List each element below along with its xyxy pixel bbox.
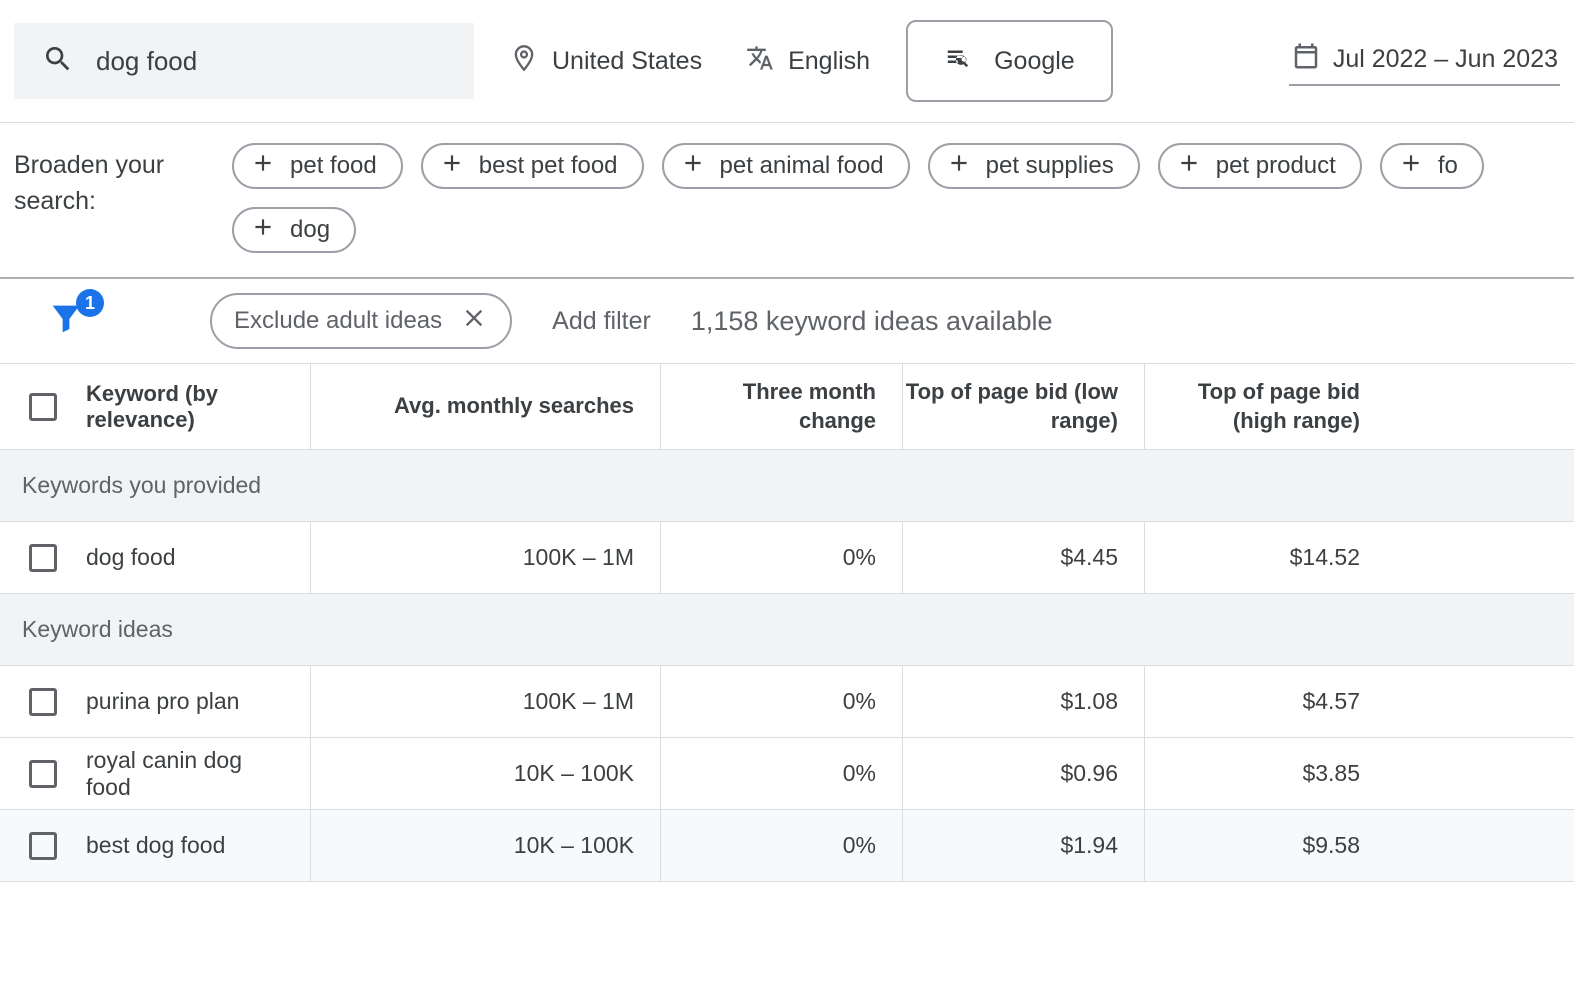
cell-avg: 10K – 100K bbox=[310, 810, 660, 881]
plus-icon bbox=[946, 150, 972, 183]
broaden-pill[interactable]: pet supplies bbox=[928, 143, 1140, 189]
date-range-selector[interactable]: Jul 2022 – Jun 2023 bbox=[1289, 37, 1560, 86]
cell-avg: 100K – 1M bbox=[310, 666, 660, 737]
plus-icon bbox=[1176, 150, 1202, 183]
keyword-table: Keyword (by relevance) Avg. monthly sear… bbox=[0, 363, 1574, 882]
table-row[interactable]: purina pro plan100K – 1M0%$1.08$4.57 bbox=[0, 666, 1574, 738]
top-bar: United States English Google Jul 2022 – … bbox=[0, 0, 1574, 122]
filter-button[interactable]: 1 bbox=[46, 299, 90, 343]
filter-count-badge: 1 bbox=[76, 289, 104, 317]
calendar-icon bbox=[1291, 41, 1321, 78]
cell-three-month: 0% bbox=[660, 738, 902, 809]
table-row[interactable]: dog food100K – 1M0%$4.45$14.52 bbox=[0, 522, 1574, 594]
cell-three-month: 0% bbox=[660, 522, 902, 593]
cell-bid-low: $4.45 bbox=[902, 522, 1144, 593]
add-filter-button[interactable]: Add filter bbox=[552, 307, 651, 336]
plus-icon bbox=[250, 150, 276, 183]
location-selector[interactable]: United States bbox=[502, 44, 710, 79]
search-data-icon bbox=[944, 43, 974, 80]
location-icon bbox=[510, 44, 538, 79]
language-label: English bbox=[788, 47, 870, 76]
broaden-pill-label: pet food bbox=[290, 152, 377, 180]
cell-bid-low: $0.96 bbox=[902, 738, 1144, 809]
cell-bid-high: $4.57 bbox=[1144, 666, 1386, 737]
broaden-pill[interactable]: best pet food bbox=[421, 143, 644, 189]
cell-avg: 100K – 1M bbox=[310, 522, 660, 593]
broaden-pill-label: pet product bbox=[1216, 152, 1336, 180]
col-bid-low[interactable]: Top of page bid (low range) bbox=[902, 364, 1144, 449]
filter-bar: 1 Exclude adult ideas Add filter 1,158 k… bbox=[0, 277, 1574, 363]
cell-keyword: best dog food bbox=[86, 832, 310, 859]
broaden-pill-label: pet supplies bbox=[986, 152, 1114, 180]
plus-icon bbox=[1398, 150, 1424, 183]
broaden-pill-label: fo bbox=[1438, 152, 1458, 180]
cell-bid-high: $3.85 bbox=[1144, 738, 1386, 809]
cell-bid-high: $9.58 bbox=[1144, 810, 1386, 881]
plus-icon bbox=[680, 150, 706, 183]
search-box[interactable] bbox=[14, 23, 474, 99]
col-keyword[interactable]: Keyword (by relevance) bbox=[86, 381, 310, 433]
row-checkbox[interactable] bbox=[29, 544, 57, 572]
table-row[interactable]: royal canin dog food10K – 100K0%$0.96$3.… bbox=[0, 738, 1574, 810]
close-icon[interactable] bbox=[460, 304, 488, 339]
cell-keyword: dog food bbox=[86, 544, 310, 571]
search-input[interactable] bbox=[96, 46, 446, 77]
ideas-count: 1,158 keyword ideas available bbox=[691, 306, 1053, 337]
col-three-month[interactable]: Three month change bbox=[660, 364, 902, 449]
row-checkbox[interactable] bbox=[29, 760, 57, 788]
section-keywords-provided: Keywords you provided bbox=[0, 450, 1574, 522]
search-icon bbox=[42, 43, 74, 80]
cell-avg: 10K – 100K bbox=[310, 738, 660, 809]
broaden-pill-label: dog bbox=[290, 216, 330, 244]
broaden-pill[interactable]: pet product bbox=[1158, 143, 1362, 189]
broaden-pill[interactable]: fo bbox=[1380, 143, 1484, 189]
applied-filter-label: Exclude adult ideas bbox=[234, 307, 442, 335]
table-row[interactable]: best dog food10K – 100K0%$1.94$9.58 bbox=[0, 810, 1574, 882]
broaden-label: Broaden your search: bbox=[14, 143, 204, 253]
cell-three-month: 0% bbox=[660, 810, 902, 881]
broaden-pill[interactable]: dog bbox=[232, 207, 356, 253]
table-header-row: Keyword (by relevance) Avg. monthly sear… bbox=[0, 364, 1574, 450]
broaden-pill-label: best pet food bbox=[479, 152, 618, 180]
section-keyword-ideas: Keyword ideas bbox=[0, 594, 1574, 666]
broaden-pill-label: pet animal food bbox=[720, 152, 884, 180]
cell-bid-low: $1.94 bbox=[902, 810, 1144, 881]
language-selector[interactable]: English bbox=[738, 44, 878, 79]
col-bid-high[interactable]: Top of page bid (high range) bbox=[1144, 364, 1386, 449]
broaden-section: Broaden your search: pet food best pet fo… bbox=[0, 122, 1574, 277]
cell-bid-high: $14.52 bbox=[1144, 522, 1386, 593]
select-all-checkbox[interactable] bbox=[29, 393, 57, 421]
broaden-pills: pet food best pet food pet animal food pet … bbox=[232, 143, 1560, 253]
cell-bid-low: $1.08 bbox=[902, 666, 1144, 737]
plus-icon bbox=[250, 214, 276, 247]
location-label: United States bbox=[552, 47, 702, 76]
row-checkbox[interactable] bbox=[29, 832, 57, 860]
row-checkbox[interactable] bbox=[29, 688, 57, 716]
network-selector[interactable]: Google bbox=[906, 20, 1113, 102]
broaden-pill[interactable]: pet food bbox=[232, 143, 403, 189]
plus-icon bbox=[439, 150, 465, 183]
network-label: Google bbox=[994, 47, 1075, 76]
col-avg-searches[interactable]: Avg. monthly searches bbox=[310, 364, 660, 449]
date-range-label: Jul 2022 – Jun 2023 bbox=[1333, 45, 1558, 74]
cell-keyword: purina pro plan bbox=[86, 688, 310, 715]
broaden-pill[interactable]: pet animal food bbox=[662, 143, 910, 189]
translate-icon bbox=[746, 44, 774, 79]
funnel-icon bbox=[46, 326, 86, 343]
cell-three-month: 0% bbox=[660, 666, 902, 737]
cell-keyword: royal canin dog food bbox=[86, 747, 310, 801]
applied-filter-chip[interactable]: Exclude adult ideas bbox=[210, 293, 512, 349]
